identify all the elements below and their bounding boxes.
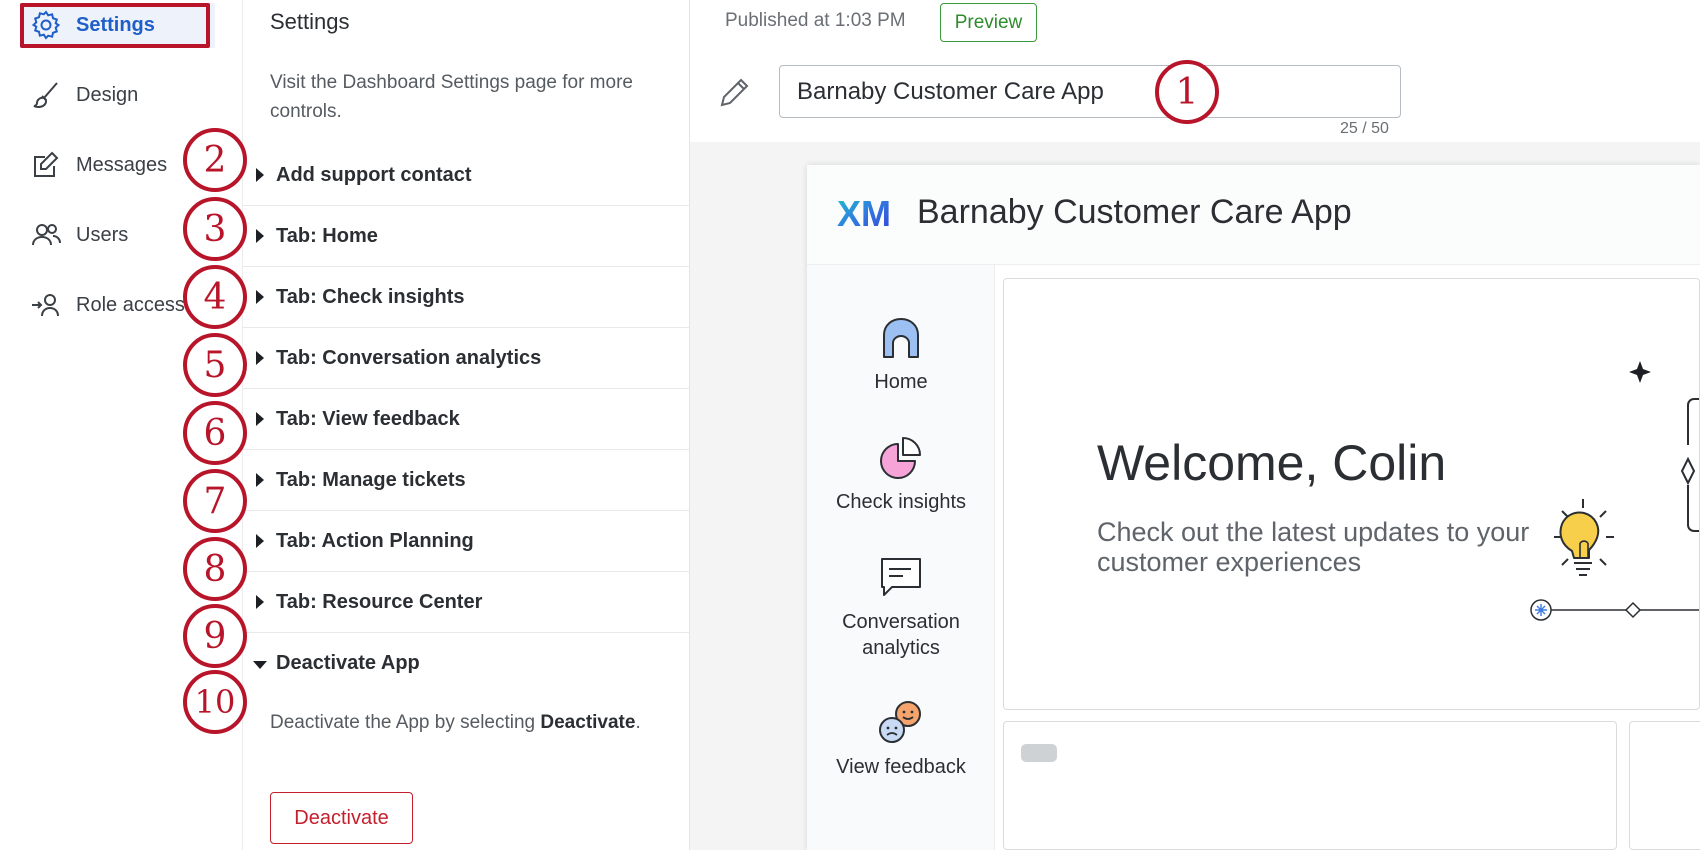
section-tab-check-insights[interactable]: Tab: Check insights [243,267,691,328]
settings-panel: Settings Visit the Dashboard Settings pa… [242,0,691,850]
role-access-icon [32,294,59,317]
content-card-partial [1629,721,1700,850]
users-icon [32,224,61,246]
section-tab-view-feedback[interactable]: Tab: View feedback [243,389,691,450]
callout-8: 8 [183,537,247,601]
welcome-card: Welcome, Colin Check out the latest upda… [1003,278,1700,710]
nav-label-users: Users [76,223,129,246]
expand-triangle-icon [256,229,264,243]
nav-label-design: Design [76,83,139,106]
welcome-subtitle: Check out the latest updates to your cus… [1097,517,1530,577]
panel-title: Settings [270,9,350,34]
brush-icon [33,82,58,108]
pie-chart-icon [880,437,921,479]
preview-nav-check-insights[interactable]: Check insights [807,433,995,515]
character-count: 25 / 50 [1340,120,1389,137]
deactivate-text-bold: Deactivate [540,712,636,733]
nav-label-role-access: Role access [76,293,185,316]
app-name-input[interactable] [779,65,1401,118]
section-label: Tab: Check insights [276,285,465,308]
section-label: Tab: Conversation analytics [276,346,542,369]
section-tab-manage-tickets[interactable]: Tab: Manage tickets [243,450,691,511]
callout-10: 10 [183,670,247,734]
preview-button[interactable]: Preview [940,3,1037,42]
callout-4: 4 [183,265,247,329]
nav-item-messages[interactable]: Messages [30,145,167,185]
settings-highlight-box [20,3,210,48]
deactivate-description: Deactivate the App by selecting Deactiva… [270,708,650,737]
published-status: Published at 1:03 PM [725,10,906,31]
preview-app-title: Barnaby Customer Care App [917,193,1352,231]
nav-item-users[interactable]: Users [30,215,128,255]
sparkle-icon [1629,361,1651,383]
preview-nav-home[interactable]: Home [807,313,995,395]
callout-1: 1 [1155,60,1219,124]
section-label: Tab: Manage tickets [276,468,466,491]
section-label: Tab: View feedback [276,407,460,430]
preview-nav-label: Conversation analytics [842,611,960,659]
preview-nav-view-feedback[interactable]: View feedback [807,698,995,780]
nav-item-role-access[interactable]: Role access [30,285,185,325]
section-label: Tab: Resource Center [276,590,483,613]
expand-triangle-icon [256,534,264,548]
section-add-support-contact[interactable]: Add support contact [243,145,691,206]
home-icon [883,318,919,358]
card-placeholder-pill [1021,744,1057,762]
callout-2: 2 [183,128,247,192]
expand-triangle-icon [256,412,264,426]
preview-nav-conversation-analytics[interactable]: Conversation analytics [807,553,995,661]
deactivate-text-end: . [635,712,641,733]
preview-nav-label: Check insights [835,491,967,513]
deactivate-text: Deactivate the App by selecting [270,712,541,733]
expand-triangle-icon [256,473,264,487]
lightbulb-illustration [1530,361,1699,621]
preview-nav-label: View feedback [836,756,966,778]
panel-description: Visit the Dashboard Settings page for mo… [270,72,633,122]
nav-label-messages: Messages [76,153,168,176]
callout-6: 6 [183,401,247,465]
pencil-icon [720,78,749,107]
edit-icon [34,151,59,177]
expand-triangle-icon [256,595,264,609]
preview-nav-label: Home [874,371,928,393]
section-tab-home[interactable]: Tab: Home [243,206,691,267]
callout-3: 3 [183,197,247,261]
section-tab-conversation-analytics[interactable]: Tab: Conversation analytics [243,328,691,389]
callout-7: 7 [183,469,247,533]
xm-logo-icon: XM [837,193,891,234]
main-area: Published at 1:03 PM Preview 25 / 50 XM … [690,0,1700,850]
callout-9: 9 [183,604,247,668]
section-deactivate-app[interactable]: Deactivate App [243,633,691,694]
section-label: Deactivate App [276,652,420,674]
section-label: Tab: Action Planning [276,529,474,552]
section-label: Tab: Home [276,224,378,247]
deactivate-button[interactable]: Deactivate [270,792,413,844]
section-tab-resource-center[interactable]: Tab: Resource Center [243,572,691,633]
app-preview: XM Barnaby Customer Care App Home Check … [807,165,1700,850]
feedback-faces-icon [879,701,921,743]
preview-sidebar: Home Check insights Conversation analyti… [807,265,995,850]
collapse-triangle-icon [253,660,267,669]
nav-item-design[interactable]: Design [30,75,138,115]
chat-icon [881,558,921,596]
expand-triangle-icon [256,290,264,304]
section-tab-action-planning[interactable]: Tab: Action Planning [243,511,691,572]
callout-5: 5 [183,333,247,397]
content-card [1003,721,1617,850]
xm-logo-text: XM [837,193,891,234]
expand-triangle-icon [256,351,264,365]
welcome-title: Welcome, Colin [1097,435,1447,491]
section-label: Add support contact [276,163,472,186]
preview-header: XM Barnaby Customer Care App [807,165,1700,265]
expand-triangle-icon [256,168,264,182]
lightbulb-icon [1554,499,1614,576]
